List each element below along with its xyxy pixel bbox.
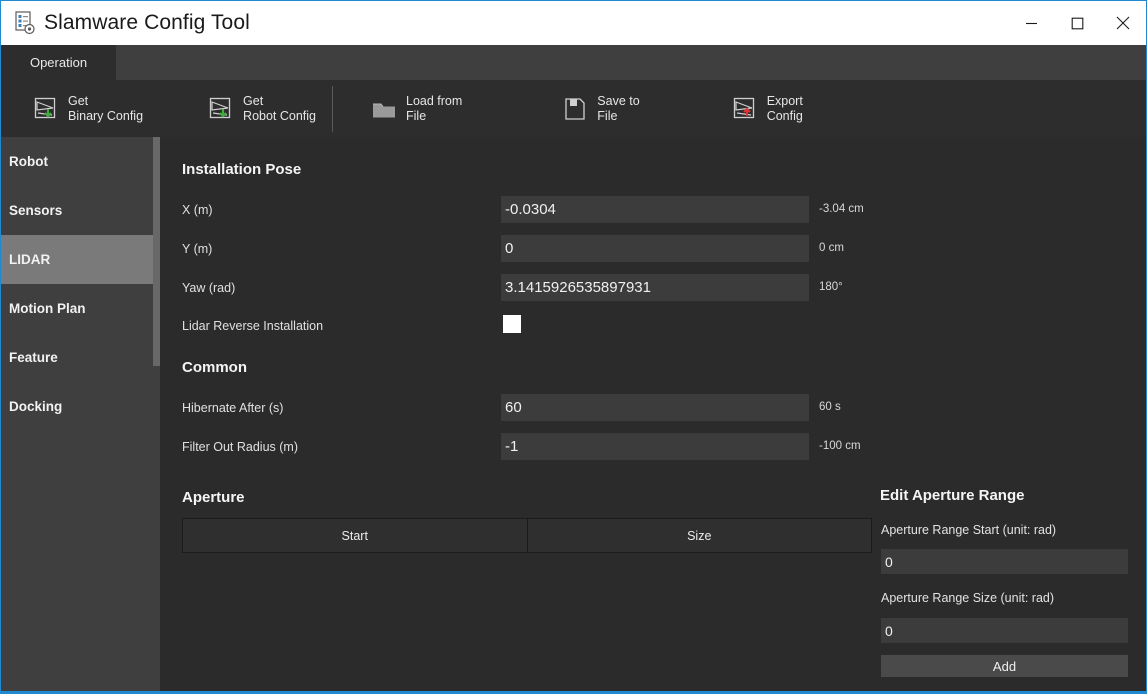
close-button[interactable] <box>1100 1 1146 45</box>
sidebar-item-docking[interactable]: Docking <box>1 382 153 431</box>
sidebar-item-label: Docking <box>9 399 63 414</box>
input-hibernate-after[interactable] <box>501 394 809 421</box>
sidebar-item-label: Motion Plan <box>9 301 86 316</box>
aperture-column-start[interactable]: Start <box>182 518 528 553</box>
sidebar-item-sensors[interactable]: Sensors <box>1 186 153 235</box>
load-from-file-button[interactable]: Load from File <box>367 84 466 134</box>
sidebar-item-feature[interactable]: Feature <box>1 333 153 382</box>
sidebar-scrollbar-thumb[interactable] <box>153 137 160 366</box>
toolbar-separator <box>332 85 334 132</box>
sidebar-item-lidar[interactable]: LIDAR <box>1 235 153 284</box>
tab-operation[interactable]: Operation <box>1 45 116 80</box>
save-to-file-button[interactable]: Save to File <box>558 84 643 134</box>
get-robot-config-label: Get Robot Config <box>243 93 317 123</box>
export-config-button[interactable]: Export Config <box>728 84 807 134</box>
minimize-button[interactable] <box>1008 1 1054 45</box>
close-icon <box>1116 16 1130 30</box>
get-binary-config-button[interactable]: Get Binary Config <box>29 84 147 134</box>
label-hibernate-after: Hibernate After (s) <box>182 401 284 415</box>
app-window: Slamware Config Tool Operation Get Binar… <box>0 0 1147 694</box>
suffix-yaw-rad: 180° <box>819 281 843 293</box>
suffix-x-m: -3.04 cm <box>819 203 864 215</box>
tab-bar: Operation <box>1 45 1146 80</box>
label-aperture-range-start: Aperture Range Start (unit: rad) <box>881 523 1057 537</box>
get-robot-config-button[interactable]: Get Robot Config <box>204 84 320 134</box>
label-aperture-range-size: Aperture Range Size (unit: rad) <box>881 591 1055 605</box>
download-config-icon <box>34 97 56 118</box>
save-to-file-label: Save to File <box>597 93 640 123</box>
sidebar-item-label: Sensors <box>9 203 63 218</box>
sidebar-item-robot[interactable]: Robot <box>1 137 153 186</box>
tab-operation-label: Operation <box>29 55 88 70</box>
get-binary-config-label: Get Binary Config <box>68 93 144 123</box>
sidebar-item-label: LIDAR <box>9 252 51 267</box>
download-config-icon <box>209 97 231 118</box>
content-panel: Installation Pose X (m) -3.04 cm Y (m) 0… <box>160 137 1146 691</box>
section-title-aperture: Aperture <box>182 489 245 506</box>
sidebar-item-label: Robot <box>9 154 48 169</box>
aperture-table: Start Size <box>182 518 872 553</box>
suffix-hibernate-after: 60 s <box>819 401 841 413</box>
label-y-m: Y (m) <box>182 242 213 256</box>
window-controls <box>1008 1 1146 45</box>
window-title: Slamware Config Tool <box>44 11 250 34</box>
input-aperture-range-size[interactable] <box>881 618 1128 643</box>
input-aperture-range-start[interactable] <box>881 549 1128 574</box>
suffix-y-m: 0 cm <box>819 242 844 254</box>
sidebar: Robot Sensors LIDAR Motion Plan Feature … <box>1 137 153 691</box>
aperture-column-size-label: Size <box>687 528 712 543</box>
sidebar-item-label: Feature <box>9 350 58 365</box>
aperture-column-size[interactable]: Size <box>527 518 872 553</box>
toolbar: Get Binary Config Get Robot Config Load … <box>1 80 1146 137</box>
label-x-m: X (m) <box>182 203 213 217</box>
upload-config-icon <box>733 97 754 118</box>
title-bar: Slamware Config Tool <box>1 1 1146 45</box>
label-lidar-reverse-installation: Lidar Reverse Installation <box>182 319 324 333</box>
maximize-icon <box>1071 17 1083 29</box>
section-title-edit-aperture-range: Edit Aperture Range <box>880 487 1025 504</box>
maximize-button[interactable] <box>1054 1 1100 45</box>
section-title-installation-pose: Installation Pose <box>182 161 302 178</box>
add-aperture-range-button[interactable]: Add <box>881 655 1128 677</box>
load-from-file-label: Load from File <box>406 93 463 123</box>
section-title-common: Common <box>182 359 247 376</box>
minimize-icon <box>1025 22 1037 24</box>
input-filter-out-radius[interactable] <box>501 433 809 460</box>
floppy-disk-icon <box>565 97 585 120</box>
input-x-m[interactable] <box>501 196 809 223</box>
document-gear-icon <box>15 11 35 35</box>
suffix-filter-out-radius: -100 cm <box>819 440 861 452</box>
aperture-column-start-label: Start <box>341 528 368 543</box>
sidebar-item-motion-plan[interactable]: Motion Plan <box>1 284 153 333</box>
label-yaw-rad: Yaw (rad) <box>182 281 236 295</box>
input-y-m[interactable] <box>501 235 809 262</box>
label-filter-out-radius: Filter Out Radius (m) <box>182 440 298 454</box>
folder-open-icon <box>373 103 396 117</box>
checkbox-lidar-reverse-installation[interactable] <box>503 315 521 333</box>
input-yaw-rad[interactable] <box>501 274 809 301</box>
export-config-label: Export Config <box>766 93 803 123</box>
